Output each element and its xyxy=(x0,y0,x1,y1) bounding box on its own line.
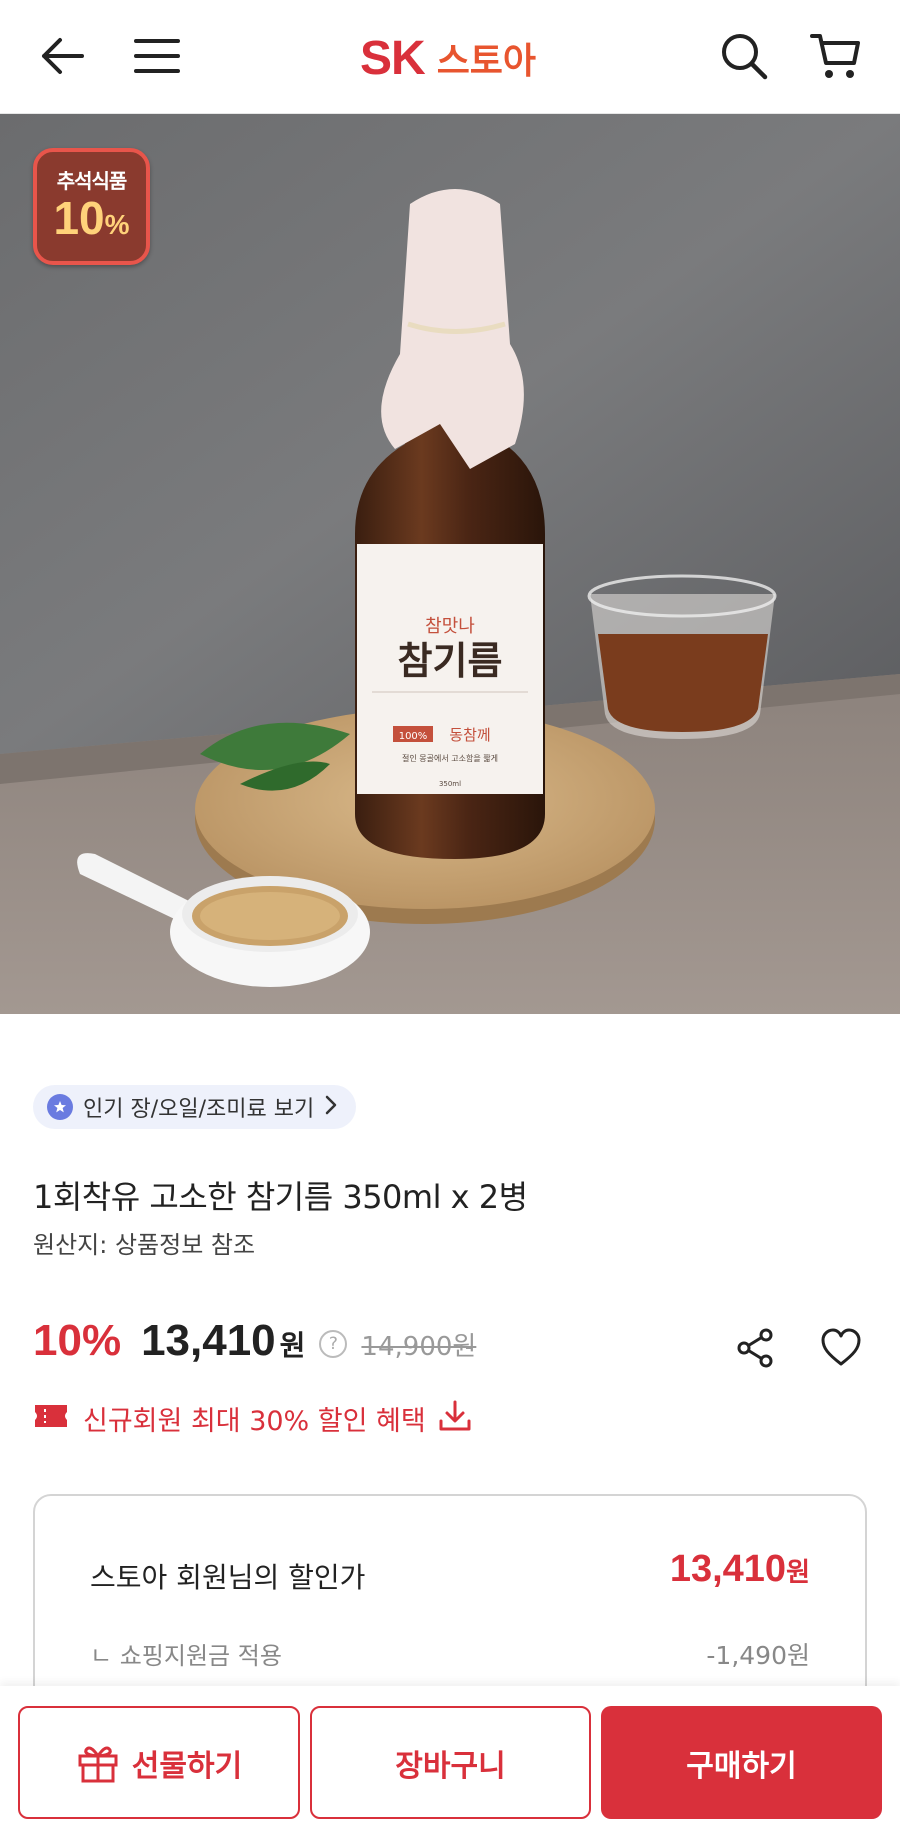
gift-button[interactable]: 선물하기 xyxy=(18,1706,300,1819)
coupon-ticket-icon xyxy=(33,1402,69,1434)
price-row: 10% 13,410 원 ? 14,900원 xyxy=(33,1316,476,1372)
menu-icon[interactable] xyxy=(127,26,187,86)
member-price-box: 스토아 회원님의 할인가 13,410원 ㄴ 쇼핑지원금 적용 -1,490원 xyxy=(33,1494,867,1714)
discount-rate: 10% xyxy=(33,1316,122,1365)
download-icon[interactable] xyxy=(438,1399,472,1437)
original-price: 14,900원 xyxy=(361,1332,477,1362)
product-title: 1회착유 고소한 참기름 350ml x 2병 xyxy=(33,1178,528,1216)
buy-button-label: 구매하기 xyxy=(686,1748,797,1784)
new-member-coupon[interactable]: 신규회원 최대 30% 할인 혜택 xyxy=(33,1396,472,1440)
coupon-label: 신규회원 최대 30% 할인 혜택 xyxy=(83,1405,426,1437)
buy-button[interactable]: 구매하기 xyxy=(601,1706,882,1819)
shopping-support-label: ㄴ 쇼핑지원금 적용 xyxy=(90,1642,282,1670)
cart-icon[interactable] xyxy=(806,26,866,86)
logo-store: 스토아 xyxy=(436,41,537,82)
back-arrow-icon[interactable] xyxy=(32,26,92,86)
category-chip-label: 인기 장/오일/조미료 보기 xyxy=(83,1097,315,1122)
logo-sk: SK xyxy=(360,31,426,85)
bottom-action-bar: 선물하기 장바구니 구매하기 xyxy=(0,1686,900,1835)
search-icon[interactable] xyxy=(714,26,774,86)
gift-button-label: 선물하기 xyxy=(131,1748,243,1784)
gift-icon xyxy=(78,1746,118,1782)
badge-number: 10 xyxy=(53,191,105,244)
category-chip[interactable]: 인기 장/오일/조미료 보기 xyxy=(33,1085,357,1129)
bottle-label-tag-text: 동참께 xyxy=(449,726,490,744)
member-price-value: 13,410 xyxy=(669,1548,787,1590)
bottle-label-tag: 100% xyxy=(399,731,428,742)
shopping-support-value: -1,490원 xyxy=(706,1641,810,1670)
member-price-unit: 원 xyxy=(786,1557,810,1587)
bottle-label-vol: 350ml xyxy=(439,780,461,788)
badge-title: 추석식품 xyxy=(56,168,128,193)
member-price-label: 스토아 회원님의 할인가 xyxy=(90,1561,366,1594)
product-origin: 원산지: 상품정보 참조 xyxy=(33,1231,256,1259)
badge-percent: 10% xyxy=(53,194,129,249)
medal-icon xyxy=(47,1094,73,1120)
sale-price: 13,410 xyxy=(141,1316,276,1365)
product-image[interactable]: 참맛나 참기름 100% 동참께 절인 몽골에서 고소함을 짧게 350ml 추… xyxy=(0,114,900,1014)
badge-percent-sign: % xyxy=(104,208,130,240)
top-header: SK 스토아 xyxy=(0,0,900,114)
chevron-right-icon xyxy=(324,1094,338,1120)
store-logo[interactable]: SK 스토아 xyxy=(360,30,536,86)
member-price: 13,410원 xyxy=(670,1548,810,1591)
chuseok-discount-badge: 추석식품 10% xyxy=(33,148,150,265)
currency-unit: 원 xyxy=(279,1329,306,1362)
wishlist-heart-icon[interactable] xyxy=(813,1320,869,1376)
bottle-label-desc: 절인 몽골에서 고소함을 짧게 xyxy=(402,753,498,763)
add-to-cart-label: 장바구니 xyxy=(395,1748,506,1784)
bottle-label-big: 참기름 xyxy=(398,639,503,683)
price-help-icon[interactable]: ? xyxy=(319,1330,348,1358)
add-to-cart-button[interactable]: 장바구니 xyxy=(310,1706,591,1819)
share-icon[interactable] xyxy=(728,1320,784,1376)
bottle-label-small: 참맛나 xyxy=(425,616,475,637)
